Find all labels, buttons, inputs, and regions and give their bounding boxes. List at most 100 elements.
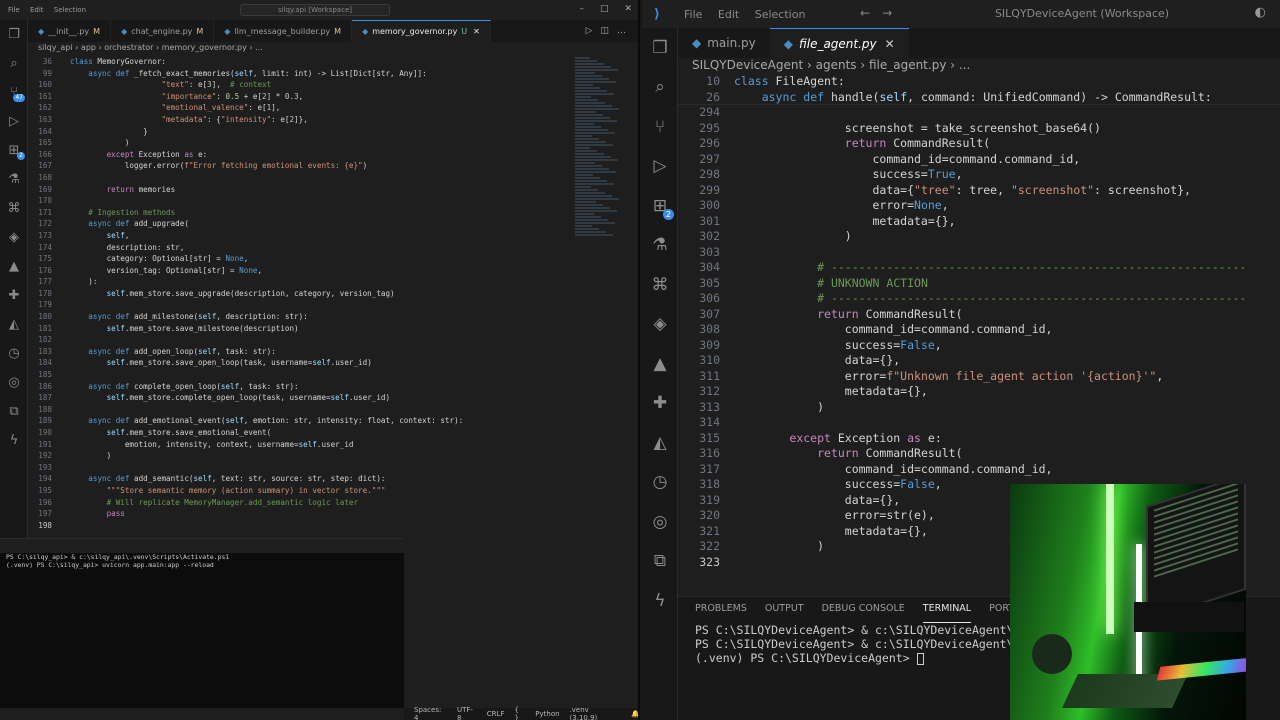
panel-tab-problems[interactable]: PROBLEMS bbox=[695, 603, 747, 623]
code-line[interactable]: 162 "emotional_valence": e[1], bbox=[28, 102, 578, 114]
cube-icon[interactable]: ◈ bbox=[0, 223, 28, 252]
code-line[interactable]: 170 bbox=[28, 195, 578, 207]
run-debug-icon[interactable]: ▷ bbox=[0, 107, 28, 136]
panel-tab-debug-console[interactable]: DEBUG CONSOLE bbox=[822, 603, 905, 623]
more-icon[interactable]: … bbox=[617, 26, 626, 36]
back-arrow-icon[interactable]: ← bbox=[860, 6, 882, 20]
git-graph-icon[interactable]: ◷ bbox=[0, 339, 28, 368]
remote-explorer-icon[interactable]: ◭ bbox=[642, 423, 678, 463]
code-line[interactable]: 182 bbox=[28, 334, 578, 346]
tab-file-agent[interactable]: ◆ file_agent.py ✕ bbox=[769, 28, 909, 58]
menu-edit[interactable]: Edit bbox=[30, 6, 44, 14]
search-icon[interactable]: ⌕ bbox=[0, 49, 28, 78]
tab-llm-message-builder[interactable]: ◆ llm_message_builder.py M bbox=[214, 20, 353, 42]
code-line[interactable]: 173 self, bbox=[28, 230, 578, 242]
beaker-icon[interactable]: ⚗ bbox=[642, 226, 678, 266]
left-minimap[interactable] bbox=[575, 56, 625, 256]
code-line[interactable]: 192 ) bbox=[28, 450, 578, 462]
panel-tab-output[interactable]: OUTPUT bbox=[765, 603, 804, 623]
code-line[interactable]: 184 self.mem_store.save_open_loop(task, … bbox=[28, 357, 578, 369]
container-icon[interactable]: ◎ bbox=[0, 368, 28, 397]
forward-arrow-icon[interactable]: → bbox=[882, 6, 904, 20]
code-line[interactable]: 186 async def complete_open_loop(self, t… bbox=[28, 381, 578, 393]
source-control-icon[interactable]: ⑂ 47 bbox=[0, 78, 28, 107]
run-debug-icon[interactable]: ▷ bbox=[642, 147, 678, 187]
code-line[interactable]: 307 return CommandResult( bbox=[678, 307, 1280, 323]
close-icon[interactable]: ✕ bbox=[624, 4, 632, 14]
close-tab-icon[interactable]: ✕ bbox=[885, 37, 895, 51]
code-line[interactable]: 295 screenshot = take_screenshot_base64(… bbox=[678, 121, 1280, 137]
code-line[interactable]: 164 } bbox=[28, 126, 578, 138]
extensions-icon[interactable]: ⊞ 2 bbox=[0, 136, 28, 165]
code-line[interactable]: 26 async def handle(self, command: Unifi… bbox=[678, 90, 1280, 105]
encoding-status[interactable]: UTF-8 bbox=[457, 706, 477, 720]
right-command-center[interactable]: SILQYDeviceAgent (Workspace) bbox=[932, 4, 1232, 24]
ports-icon[interactable]: ⧉ bbox=[642, 542, 678, 582]
code-line[interactable]: 177 ): bbox=[28, 276, 578, 288]
code-line[interactable]: 167 logger.error(f"Error fetching emotio… bbox=[28, 160, 578, 172]
interpreter-status[interactable]: .venv (3.10.9) bbox=[570, 706, 618, 720]
extensions-icon[interactable]: ⊞ 2 bbox=[642, 186, 678, 226]
code-line[interactable]: 311 error=f"Unknown file_agent action '{… bbox=[678, 369, 1280, 385]
code-line[interactable]: 176 version_tag: Optional[str] = None, bbox=[28, 265, 578, 277]
indent-status[interactable]: Spaces: 4 bbox=[414, 706, 447, 720]
lightning-icon[interactable]: ϟ bbox=[0, 426, 28, 455]
remote-explorer-icon[interactable]: ◭ bbox=[0, 310, 28, 339]
code-line[interactable]: 310 data={}, bbox=[678, 353, 1280, 369]
code-line[interactable]: 183 async def add_open_loop(self, task: … bbox=[28, 346, 578, 358]
code-line[interactable]: 298 success=True, bbox=[678, 167, 1280, 183]
plugin-icon[interactable]: ✚ bbox=[0, 281, 28, 310]
code-line[interactable]: 189 async def add_emotional_event(self, … bbox=[28, 415, 578, 427]
container-icon[interactable]: ◎ bbox=[642, 502, 678, 542]
git-graph-icon[interactable]: ◷ bbox=[642, 463, 678, 503]
left-breadcrumb[interactable]: silqy_api › app › orchestrator › memory_… bbox=[38, 43, 263, 52]
code-line[interactable]: 174 description: str, bbox=[28, 242, 578, 254]
code-line[interactable]: 313 ) bbox=[678, 400, 1280, 416]
cube-icon[interactable]: ◈ bbox=[642, 305, 678, 345]
left-terminal[interactable]: PS C:\silqy_api> & c:\silqy_api\.venv\Sc… bbox=[0, 538, 404, 708]
bell-icon[interactable]: 🔔 bbox=[631, 710, 638, 718]
code-line[interactable]: 300 error=None, bbox=[678, 198, 1280, 214]
ports-icon[interactable]: ⧉ bbox=[0, 397, 28, 426]
code-line[interactable]: 165 ) bbox=[28, 137, 578, 149]
files-icon[interactable]: ❐ bbox=[642, 28, 678, 68]
code-line[interactable]: 304 # ----------------------------------… bbox=[678, 260, 1280, 276]
menu-selection[interactable]: Selection bbox=[54, 6, 86, 14]
code-line[interactable]: 171 # Ingestion methods bbox=[28, 207, 578, 219]
code-line[interactable]: 314 bbox=[678, 415, 1280, 431]
code-line[interactable]: 172 async def add_upgrade( bbox=[28, 218, 578, 230]
code-line[interactable]: 317 command_id=command.command_id, bbox=[678, 462, 1280, 478]
code-line[interactable]: 178 self.mem_store.save_upgrade(descript… bbox=[28, 288, 578, 300]
files-icon[interactable]: ❐ bbox=[0, 20, 28, 49]
tab-memory-governor[interactable]: ◆ memory_governor.py U ✕ bbox=[352, 20, 491, 42]
python-icon[interactable]: ⌘ bbox=[0, 194, 28, 223]
code-line[interactable]: 190 self.mem_store.save_emotional_event( bbox=[28, 427, 578, 439]
code-line[interactable]: 180 async def add_milestone(self, descri… bbox=[28, 311, 578, 323]
maximize-icon[interactable]: □ bbox=[600, 4, 609, 14]
menu-selection[interactable]: Selection bbox=[755, 8, 806, 21]
left-code-editor[interactable]: 36 class MemoryGovernor: 99 async def _fet… bbox=[28, 56, 578, 534]
tab-init[interactable]: ◆ __init__.py M bbox=[28, 20, 112, 42]
code-line[interactable]: 161 "importance": 0.5 + e[2] * 0.3, bbox=[28, 91, 578, 103]
tab-main[interactable]: ◆ main.py bbox=[678, 28, 770, 58]
code-line[interactable]: 193 bbox=[28, 462, 578, 474]
code-line[interactable]: 305 # UNKNOWN ACTION bbox=[678, 276, 1280, 292]
code-line[interactable]: 308 command_id=command.command_id, bbox=[678, 322, 1280, 338]
code-line[interactable]: 197 pass bbox=[28, 508, 578, 520]
minimize-icon[interactable]: – bbox=[579, 4, 584, 14]
tab-chat-engine[interactable]: ◆ chat_engine.py M bbox=[111, 20, 215, 42]
menu-file[interactable]: File bbox=[684, 8, 702, 21]
code-line[interactable]: 163 "metadata": {"intensity": e[2]}, bbox=[28, 114, 578, 126]
code-line[interactable]: 166 except Exception as e: bbox=[28, 149, 578, 161]
code-line[interactable]: 99 async def _fetch_exact_memories(self,… bbox=[28, 68, 578, 80]
left-command-center[interactable]: silqy.api [Workspace] bbox=[240, 4, 390, 16]
code-line[interactable]: 309 success=False, bbox=[678, 338, 1280, 354]
code-line[interactable]: 175 category: Optional[str] = None, bbox=[28, 253, 578, 265]
code-line[interactable]: 312 metadata={}, bbox=[678, 384, 1280, 400]
code-line[interactable]: 36 class MemoryGovernor: bbox=[28, 56, 578, 68]
lightning-icon[interactable]: ϟ bbox=[642, 581, 678, 621]
panel-tab-terminal[interactable]: TERMINAL bbox=[922, 603, 972, 623]
azure-icon[interactable]: ▲ bbox=[642, 344, 678, 384]
beaker-icon[interactable]: ⚗ bbox=[0, 165, 28, 194]
code-line[interactable]: 196 # Will replicate MemoryManager.add_s… bbox=[28, 497, 578, 509]
